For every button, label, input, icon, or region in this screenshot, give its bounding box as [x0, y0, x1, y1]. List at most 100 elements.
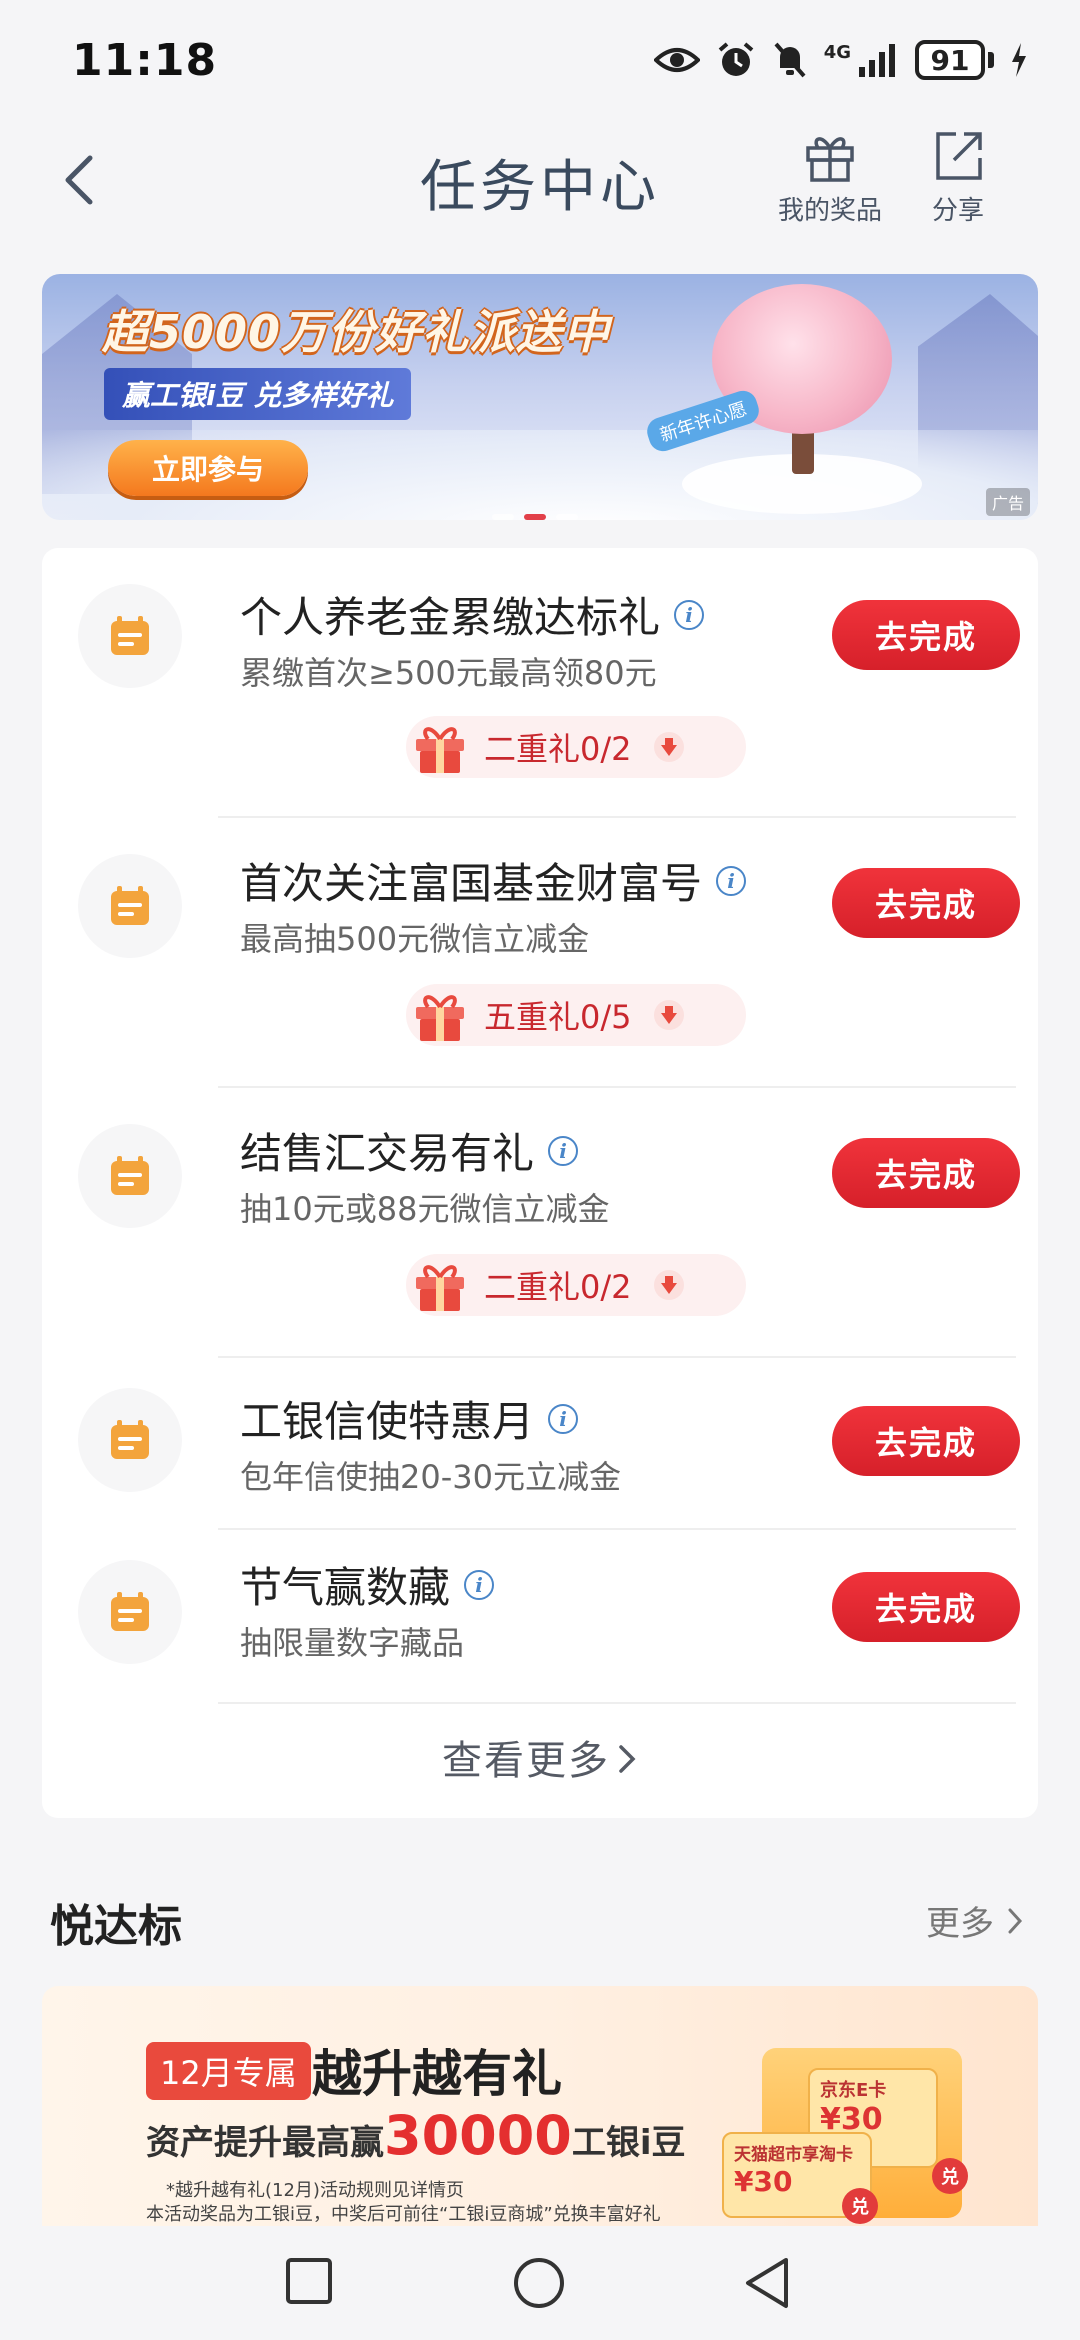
promo-line-prefix: 资产提升最高赢: [146, 2123, 384, 2163]
promo-banner-carousel[interactable]: 新年许心愿 超5000万份好礼派送中 赢工银i豆 兑多样好礼 立即参与 广告: [42, 274, 1038, 520]
task-title-text: 首次关注富国基金财富号: [240, 859, 703, 908]
battery-level: 91: [915, 40, 985, 80]
task-title: 节气赢数藏 i: [240, 1554, 495, 1615]
carousel-dots: [492, 514, 578, 520]
promo-line-amount: 30000: [384, 2104, 572, 2167]
promo-line-suffix: 工银i豆: [571, 2123, 686, 2163]
see-more-link[interactable]: 查看更多: [42, 1728, 1038, 1786]
ad-label: 广告: [985, 488, 1030, 516]
task-go-button[interactable]: 去完成: [832, 1572, 1020, 1642]
divider: [218, 816, 1016, 818]
info-icon[interactable]: i: [674, 599, 705, 630]
tmall-card-label: 天猫超市享淘卡: [734, 2145, 853, 2165]
gift-icon: [416, 995, 464, 1041]
calendar-icon: [111, 1420, 149, 1459]
task-go-button[interactable]: 去完成: [832, 868, 1020, 938]
status-time: 11:18: [72, 34, 218, 86]
gift-tier-pill[interactable]: 五重礼0/5: [406, 984, 746, 1046]
calendar-icon: [111, 1592, 149, 1631]
yuedabiao-promo-banner[interactable]: 12月专属 越升越有礼 资产提升最高赢30000工银i豆 *越升越有礼(12月)…: [42, 1986, 1038, 2226]
promo-giftbox-illustration: 京东E卡 ¥30 天猫超市享淘卡 ¥30 兑 兑: [722, 2008, 982, 2224]
circle-icon: [514, 2258, 564, 2308]
task-go-button[interactable]: 去完成: [832, 600, 1020, 670]
info-icon[interactable]: i: [464, 1569, 495, 1600]
carousel-dot: [556, 514, 578, 520]
calendar-icon: [111, 886, 149, 925]
task-description: 抽10元或88元微信立减金: [240, 1190, 610, 1228]
section-more-link[interactable]: 更多: [926, 1896, 1024, 1945]
divider: [218, 1356, 1016, 1358]
home-button[interactable]: [512, 2256, 566, 2314]
info-icon[interactable]: i: [716, 865, 747, 896]
task-title-text: 工银信使特惠月: [240, 1397, 535, 1446]
promo-note: 本活动奖品为工银i豆，中奖后可前往“工银i豆商城”兑换丰富好礼: [146, 2204, 661, 2225]
redeem-coin: 兑: [932, 2158, 968, 2194]
recents-button[interactable]: [284, 2256, 334, 2310]
chevron-right-icon: [1008, 1908, 1023, 1933]
network-type: 4G: [823, 42, 851, 63]
task-title: 工银信使特惠月 i: [240, 1388, 579, 1449]
system-nav-bar: [0, 2226, 1080, 2340]
task-icon-wrap: [78, 1388, 182, 1492]
tmall-card-value: ¥30: [734, 2165, 793, 2198]
gift-tier-text: 二重礼0/2: [484, 1268, 632, 1306]
eye-icon: [653, 48, 700, 72]
battery-indicator: 91: [915, 40, 994, 80]
back-nav-button[interactable]: [742, 2256, 792, 2314]
task-go-button[interactable]: 去完成: [832, 1138, 1020, 1208]
task-description: 累缴首次≥500元最高领80元: [240, 654, 657, 692]
section-title: 悦达标: [50, 1901, 182, 1952]
gift-icon: [416, 1265, 464, 1311]
promo-tag: 12月专属: [146, 2042, 311, 2100]
share-button[interactable]: 分享: [930, 128, 986, 227]
page-title: 任务中心: [420, 155, 660, 220]
chevron-right-icon: [619, 1745, 636, 1773]
redeem-coin: 兑: [842, 2188, 878, 2224]
gift-tier-text: 二重礼0/2: [484, 730, 632, 768]
gift-icon: [416, 727, 464, 773]
calendar-icon: [111, 616, 149, 655]
task-title-text: 结售汇交易有礼: [240, 1129, 535, 1178]
gift-tier-pill[interactable]: 二重礼0/2: [406, 1254, 746, 1316]
calendar-icon: [111, 1156, 149, 1195]
battery-tip: [988, 52, 994, 68]
share-label: 分享: [931, 196, 984, 226]
carousel-dot: [492, 514, 514, 520]
info-icon[interactable]: i: [548, 1403, 579, 1434]
task-icon-wrap: [78, 584, 182, 688]
task-description: 包年信使抽20-30元立减金: [240, 1458, 621, 1496]
carousel-dot-active: [524, 514, 546, 520]
promo-line: 资产提升最高赢30000工银i豆: [146, 2104, 686, 2167]
task-title: 个人养老金累缴达标礼 i: [240, 584, 705, 645]
my-prizes-button[interactable]: 我的奖品: [778, 128, 882, 227]
task-description: 抽限量数字藏品: [240, 1624, 465, 1662]
share-icon: [936, 132, 982, 180]
square-icon: [286, 2258, 332, 2304]
alarm-icon: [718, 42, 753, 76]
promo-note: *越升越有礼(12月)活动规则见详情页: [166, 2180, 464, 2201]
page-header: 任务中心 我的奖品 分享: [0, 120, 1080, 230]
triangle-back-icon: [746, 2258, 788, 2308]
task-title: 首次关注富国基金财富号 i: [240, 850, 747, 911]
banner-join-button[interactable]: 立即参与: [108, 440, 308, 496]
jd-card-label: 京东E卡: [820, 2080, 887, 2101]
task-list-card: 个人养老金累缴达标礼 i 累缴首次≥500元最高领80元 去完成 二重礼0/2 首…: [42, 548, 1038, 1818]
divider: [218, 1528, 1016, 1530]
charging-icon: [1012, 43, 1026, 77]
task-icon-wrap: [78, 1560, 182, 1664]
expand-down-icon: [653, 732, 684, 762]
gift-tier-text: 五重礼0/5: [484, 998, 632, 1036]
task-go-button[interactable]: 去完成: [832, 1406, 1020, 1476]
divider: [218, 1702, 1016, 1704]
promo-headline: 越升越有礼: [312, 2045, 562, 2103]
status-icons: 4G 91: [653, 40, 1028, 80]
task-icon-wrap: [78, 854, 182, 958]
info-icon[interactable]: i: [548, 1135, 579, 1166]
gift-tier-pill[interactable]: 二重礼0/2: [406, 716, 746, 778]
task-title-text: 节气赢数藏: [240, 1563, 451, 1612]
mute-bell-icon: [774, 42, 806, 78]
my-prizes-label: 我的奖品: [778, 196, 883, 226]
expand-down-icon: [653, 1270, 684, 1300]
divider: [218, 1086, 1016, 1088]
task-description: 最高抽500元微信立减金: [240, 920, 590, 958]
